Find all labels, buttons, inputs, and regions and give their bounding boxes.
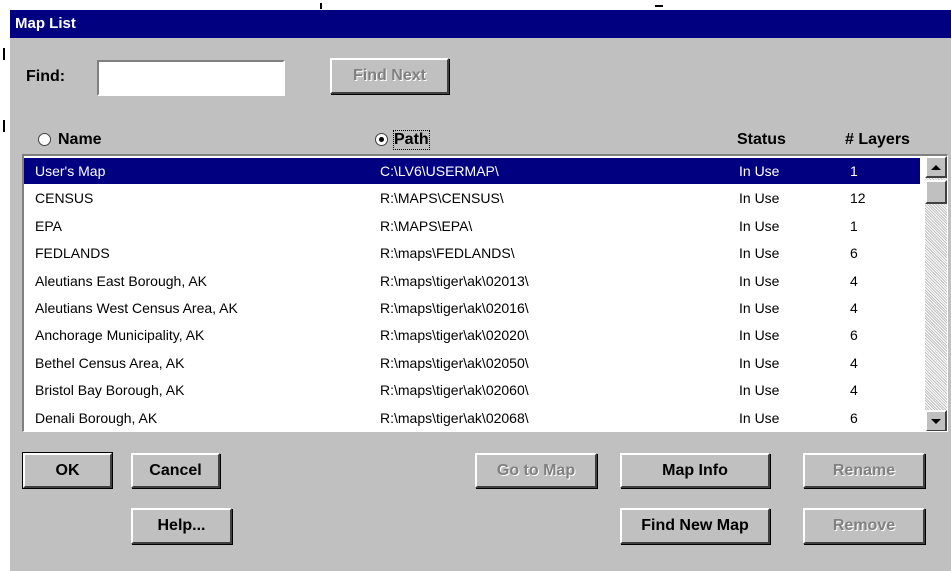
map-status-cell: In Use — [739, 300, 780, 316]
map-name-cell: FEDLANDS — [35, 245, 110, 262]
map-layers-cell: 6 — [850, 409, 858, 426]
scroll-thumb[interactable] — [925, 180, 947, 204]
map-name-cell: Bethel Census Area, AK — [35, 354, 185, 371]
map-name-cell: User's Map — [35, 163, 106, 179]
go-to-map-label: Go to Map — [496, 461, 576, 479]
map-layers-cell: 6 — [850, 245, 858, 262]
table-row[interactable]: Bethel Census Area, AK R:\maps\tiger\ak\0… — [24, 350, 920, 376]
map-name-cell: Denali Borough, AK — [35, 409, 158, 426]
map-path-cell: R:\maps\tiger\ak\02016\ — [380, 300, 529, 316]
map-name-cell: CENSUS — [35, 190, 94, 207]
map-name-cell: Aleutians East Borough, AK — [35, 272, 207, 289]
ok-label: OK — [55, 461, 80, 479]
margin-tick — [3, 120, 5, 132]
column-header-layers: # Layers — [845, 131, 910, 148]
column-header-path[interactable]: Path — [393, 130, 430, 150]
dialog-title: Map List — [10, 10, 951, 38]
table-row[interactable]: Denali Borough, AK R:\maps\tiger\ak\02068… — [24, 405, 920, 431]
find-new-map-label: Find New Map — [641, 517, 749, 534]
map-name-cell: Aleutians West Census Area, AK — [35, 300, 238, 316]
remove-label: Remove — [832, 517, 896, 534]
map-path-cell: R:\maps\tiger\ak\02068\ — [380, 409, 529, 426]
remove-button[interactable]: Remove — [803, 508, 925, 544]
ok-button[interactable]: OK — [22, 452, 113, 489]
map-info-label: Map Info — [662, 461, 728, 479]
column-header-name[interactable]: Name — [58, 131, 102, 149]
map-path-cell: R:\maps\tiger\ak\02050\ — [380, 354, 529, 371]
help-label: Help... — [157, 517, 206, 534]
table-row[interactable]: CENSUS R:\MAPS\CENSUS\ In Use 12 — [24, 185, 920, 211]
column-header-status: Status — [737, 131, 786, 148]
map-layers-cell: 6 — [850, 327, 858, 344]
map-status-cell: In Use — [739, 163, 780, 179]
map-status-cell: In Use — [739, 409, 780, 426]
cancel-button[interactable]: Cancel — [131, 453, 220, 488]
scroll-up-arrow-icon — [931, 164, 941, 170]
map-layers-cell: 1 — [850, 163, 858, 179]
help-button[interactable]: Help... — [131, 508, 232, 544]
map-info-button[interactable]: Map Info — [620, 453, 770, 488]
find-new-map-button[interactable]: Find New Map — [620, 508, 770, 544]
map-status-cell: In Use — [739, 190, 780, 207]
scroll-down-button[interactable] — [925, 410, 947, 431]
table-row[interactable]: Anchorage Municipality, AK R:\maps\tiger\… — [24, 322, 920, 348]
find-input[interactable] — [97, 60, 285, 96]
map-name-cell: Bristol Bay Borough, AK — [35, 382, 185, 399]
vertical-scrollbar[interactable] — [925, 156, 947, 431]
map-path-cell: R:\maps\tiger\ak\02060\ — [380, 382, 529, 399]
map-layers-cell: 12 — [850, 190, 866, 207]
table-row[interactable]: FEDLANDS R:\maps\FEDLANDS\ In Use 6 — [24, 240, 920, 266]
map-list[interactable]: User's Map C:\LV6\USERMAP\ In Use 1 CENSUS R:… — [22, 154, 948, 432]
table-row[interactable]: Aleutians West Census Area, AK R:\maps\ti… — [24, 295, 920, 321]
map-path-cell: R:\MAPS\EPA\ — [380, 217, 473, 234]
map-layers-cell: 4 — [850, 272, 858, 289]
map-path-cell: R:\maps\tiger\ak\02020\ — [380, 327, 529, 344]
map-layers-cell: 4 — [850, 382, 858, 399]
map-status-cell: In Use — [739, 327, 780, 344]
rename-button[interactable]: Rename — [803, 453, 925, 488]
sort-by-name-radio[interactable] — [38, 133, 51, 146]
map-status-cell: In Use — [739, 382, 780, 399]
map-path-cell: R:\MAPS\CENSUS\ — [380, 190, 504, 207]
map-path-cell: C:\LV6\USERMAP\ — [380, 163, 499, 179]
margin-tick — [3, 48, 5, 60]
map-path-cell: R:\maps\tiger\ak\02013\ — [380, 272, 529, 289]
map-name-cell: EPA — [35, 217, 62, 234]
map-status-cell: In Use — [739, 354, 780, 371]
map-layers-cell: 4 — [850, 300, 858, 316]
cancel-label: Cancel — [149, 461, 202, 479]
table-row[interactable]: User's Map C:\LV6\USERMAP\ In Use 1 — [24, 158, 920, 184]
map-list-dialog: Map List Find: Find Next Name Path Statu… — [10, 10, 951, 571]
scroll-up-button[interactable] — [925, 156, 947, 178]
go-to-map-button[interactable]: Go to Map — [475, 453, 597, 488]
find-next-label: Find Next — [353, 67, 426, 84]
map-status-cell: In Use — [739, 245, 780, 262]
map-path-cell: R:\maps\FEDLANDS\ — [380, 245, 515, 262]
map-status-cell: In Use — [739, 272, 780, 289]
scroll-down-arrow-icon — [931, 418, 941, 424]
map-status-cell: In Use — [739, 217, 780, 234]
map-layers-cell: 1 — [850, 217, 858, 234]
find-next-button[interactable]: Find Next — [330, 58, 449, 94]
table-row[interactable]: EPA R:\MAPS\EPA\ In Use 1 — [24, 213, 920, 239]
map-layers-cell: 4 — [850, 354, 858, 371]
table-row[interactable]: Bristol Bay Borough, AK R:\maps\tiger\ak\… — [24, 377, 920, 403]
margin-tick — [655, 5, 663, 7]
find-label: Find: — [26, 68, 66, 85]
table-row[interactable]: Aleutians East Borough, AK R:\maps\tiger\… — [24, 268, 920, 294]
margin-tick — [320, 3, 322, 9]
sort-by-path-radio[interactable] — [375, 133, 388, 146]
rename-label: Rename — [832, 461, 896, 479]
map-name-cell: Anchorage Municipality, AK — [35, 327, 205, 344]
